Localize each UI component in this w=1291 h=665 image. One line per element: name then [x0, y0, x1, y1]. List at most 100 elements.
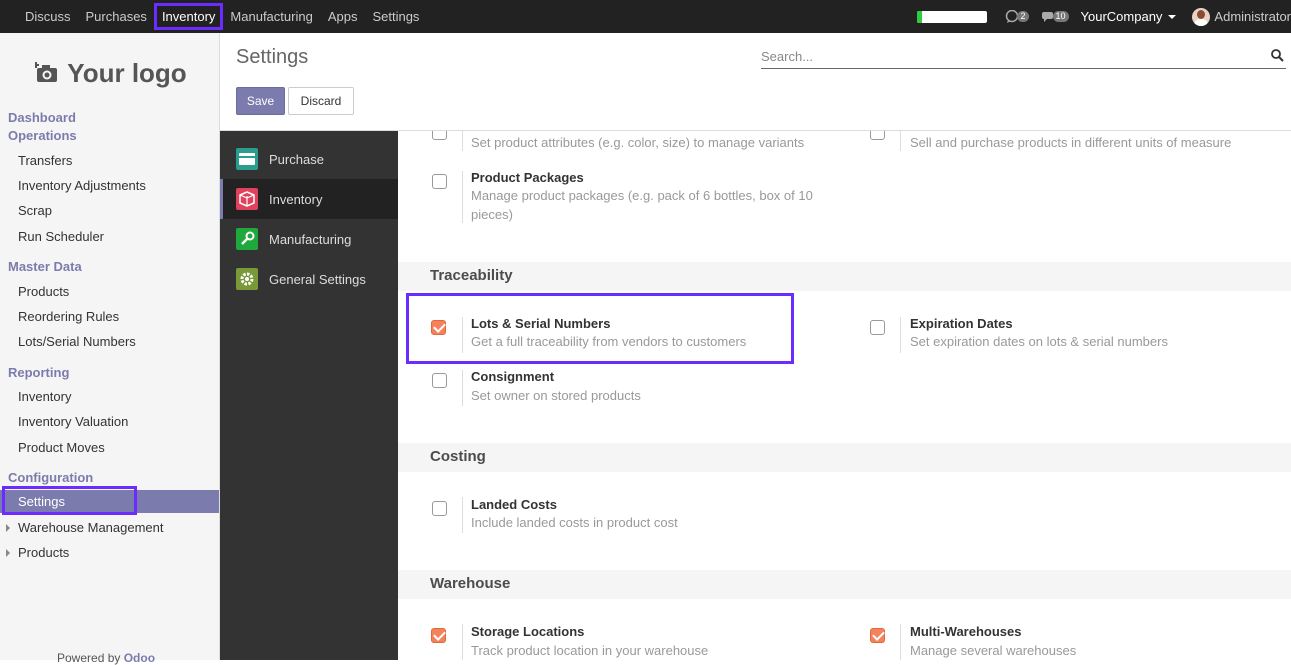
menu-manufacturing[interactable]: Manufacturing	[230, 0, 312, 33]
sidebar-item-config-products[interactable]: Products	[18, 545, 69, 560]
sidebar-item-run-scheduler[interactable]: Run Scheduler	[18, 229, 104, 244]
app-nav-inventory-label: Inventory	[269, 191, 323, 207]
sidebar-item-inventory-adjustments[interactable]: Inventory Adjustments	[18, 178, 146, 193]
settings-content: Set product attributes (e.g. color, size…	[398, 131, 1291, 660]
user-avatar[interactable]	[1192, 7, 1211, 26]
app-nav-manufacturing-label: Manufacturing	[269, 231, 352, 247]
product-packages-title: Product Packages	[471, 170, 584, 185]
option-divider	[462, 131, 463, 151]
gear-icon	[236, 268, 258, 290]
option-divider	[900, 624, 901, 660]
landed-costs-checkbox[interactable]	[432, 501, 447, 516]
product-packages-desc-line2: pieces)	[471, 207, 513, 222]
sidebar-item-scrap[interactable]: Scrap	[18, 203, 52, 218]
user-menu[interactable]: Administrator	[1214, 9, 1291, 24]
menu-purchases[interactable]: Purchases	[86, 0, 147, 33]
main-menu: Discuss Purchases Inventory Manufacturin…	[0, 0, 434, 33]
product-packages-desc-line1: Manage product packages (e.g. pack of 6 …	[471, 188, 813, 203]
expiration-dates-description: Set expiration dates on lots & serial nu…	[910, 334, 1168, 349]
section-warehouse: Warehouse	[398, 570, 1291, 599]
camera-icon	[35, 62, 58, 82]
option-divider	[462, 497, 463, 533]
sidebar-item-lots-serial-numbers[interactable]: Lots/Serial Numbers	[18, 334, 136, 349]
activity-count-badge: 2	[1017, 11, 1029, 22]
option-divider	[462, 171, 463, 223]
consignment-title: Consignment	[471, 369, 555, 384]
powered-by: Powered by Odoo	[57, 651, 155, 665]
progress-fill	[917, 10, 922, 23]
consignment-checkbox[interactable]	[432, 373, 447, 388]
sidebar-item-products[interactable]: Products	[18, 284, 69, 299]
multi-warehouses-title: Multi-Warehouses	[910, 624, 1022, 639]
section-configuration[interactable]: Configuration	[8, 470, 93, 485]
manufacturing-icon	[236, 228, 258, 250]
landed-costs-title: Landed Costs	[471, 497, 557, 512]
section-dashboard[interactable]: Dashboard	[8, 110, 76, 125]
section-master-data[interactable]: Master Data	[8, 259, 82, 274]
planner-progress-bar[interactable]	[917, 10, 988, 23]
search-input[interactable]	[761, 46, 1261, 66]
app-nav-general-settings[interactable]: General Settings	[220, 259, 398, 299]
purchase-icon	[236, 148, 258, 170]
search-icon[interactable]	[1271, 49, 1284, 62]
app-nav-purchase[interactable]: Purchase	[220, 139, 398, 179]
menu-discuss[interactable]: Discuss	[25, 0, 71, 33]
landed-costs-description: Include landed costs in product cost	[471, 515, 678, 530]
page-title: Settings	[236, 46, 309, 68]
uom-description: Sell and purchase products in different …	[910, 135, 1232, 150]
settings-app-nav: Purchase Inventory Manufacturing General…	[220, 131, 398, 660]
sidebar-item-warehouse-management[interactable]: Warehouse Management	[18, 520, 164, 535]
product-packages-checkbox[interactable]	[432, 174, 447, 189]
company-switcher[interactable]: YourCompany	[1081, 9, 1163, 24]
inventory-icon	[236, 188, 258, 210]
app-nav-purchase-label: Purchase	[269, 151, 324, 167]
caret-right-icon[interactable]	[6, 549, 10, 557]
section-operations[interactable]: Operations	[8, 128, 77, 143]
sidebar-item-inventory-report[interactable]: Inventory	[18, 389, 71, 404]
activity-button[interactable]: 2	[1005, 9, 1029, 24]
left-sidebar: Your logo Dashboard Operations Transfers…	[0, 33, 220, 665]
traceability-heading: Traceability	[430, 267, 513, 284]
messages-button[interactable]: 10	[1041, 11, 1069, 23]
menu-inventory[interactable]: Inventory	[153, 3, 224, 30]
odoo-link[interactable]: Odoo	[124, 651, 155, 665]
multi-warehouses-checkbox[interactable]	[870, 628, 885, 643]
option-divider	[462, 624, 463, 660]
section-traceability: Traceability	[398, 262, 1291, 291]
app-nav-inventory[interactable]: Inventory	[220, 179, 398, 219]
caret-right-icon[interactable]	[6, 524, 10, 532]
app-nav-manufacturing[interactable]: Manufacturing	[220, 219, 398, 259]
lots-serial-highlight-frame	[406, 293, 794, 364]
menu-apps[interactable]: Apps	[328, 0, 358, 33]
storage-locations-checkbox[interactable]	[431, 628, 446, 643]
uom-checkbox[interactable]	[870, 131, 885, 140]
option-divider	[900, 317, 901, 353]
top-navbar: Discuss Purchases Inventory Manufacturin…	[0, 0, 1291, 33]
menu-settings[interactable]: Settings	[372, 0, 419, 33]
product-packages-description: Manage product packages (e.g. pack of 6 …	[471, 186, 813, 224]
option-divider	[900, 131, 901, 151]
sidebar-item-reordering-rules[interactable]: Reordering Rules	[18, 309, 119, 324]
expiration-dates-title: Expiration Dates	[910, 316, 1013, 331]
storage-locations-title: Storage Locations	[471, 624, 585, 639]
section-costing: Costing	[398, 443, 1291, 472]
sidebar-item-transfers[interactable]: Transfers	[18, 153, 72, 168]
storage-locations-description: Track product location in your warehouse	[471, 643, 709, 658]
save-button[interactable]: Save	[236, 87, 285, 115]
search-box	[761, 46, 1286, 69]
discard-button[interactable]: Discard	[288, 87, 354, 115]
option-divider	[462, 370, 463, 406]
sidebar-item-inventory-valuation[interactable]: Inventory Valuation	[18, 414, 128, 429]
variants-checkbox[interactable]	[432, 131, 447, 140]
warehouse-heading: Warehouse	[430, 575, 511, 592]
sidebar-item-product-moves[interactable]: Product Moves	[18, 440, 105, 455]
costing-heading: Costing	[430, 448, 486, 465]
expiration-dates-checkbox[interactable]	[870, 320, 885, 335]
company-logo[interactable]: Your logo	[23, 45, 199, 101]
app-nav-general-settings-label: General Settings	[269, 271, 366, 287]
section-reporting[interactable]: Reporting	[8, 365, 69, 380]
chevron-down-icon[interactable]	[1168, 14, 1177, 19]
messages-count-badge: 10	[1052, 11, 1069, 22]
multi-warehouses-description: Manage several warehouses	[910, 643, 1077, 658]
systray: 2 10 YourCompany Administrator	[917, 0, 1291, 33]
